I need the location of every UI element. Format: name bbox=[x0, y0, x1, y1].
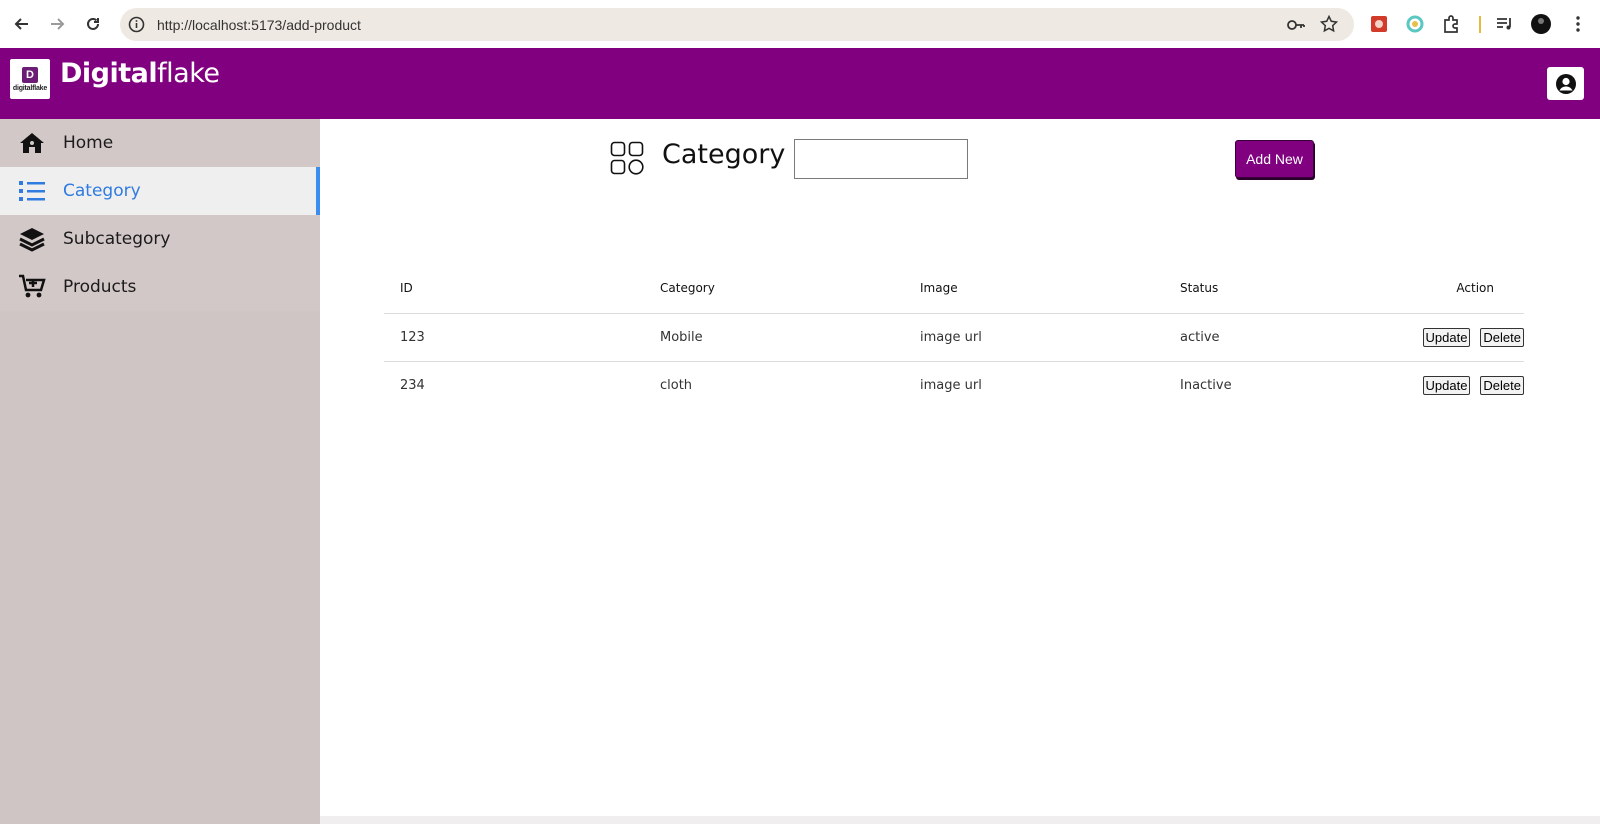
bottom-strip bbox=[320, 816, 1600, 824]
logo[interactable]: D digitalflake bbox=[10, 59, 50, 99]
logo-mark: D bbox=[22, 66, 38, 83]
sidebar-item-subcategory[interactable]: Subcategory bbox=[0, 215, 320, 263]
cell-actions: Update Delete bbox=[1364, 313, 1524, 362]
sidebar-item-products[interactable]: Products bbox=[0, 263, 320, 311]
search-input[interactable] bbox=[794, 139, 968, 179]
sidebar-item-label: Products bbox=[63, 277, 137, 297]
profile-avatar[interactable] bbox=[1530, 13, 1552, 35]
cell-status: active bbox=[1164, 313, 1364, 362]
cell-category: cloth bbox=[660, 377, 693, 393]
delete-button[interactable]: Delete bbox=[1480, 327, 1524, 347]
extensions-puzzle-icon[interactable] bbox=[1440, 13, 1462, 35]
browser-toolbar: http://localhost:5173/add-product bbox=[0, 0, 1600, 48]
browser-menu-icon[interactable] bbox=[1567, 13, 1589, 35]
user-account-button[interactable] bbox=[1547, 67, 1584, 100]
add-new-button[interactable]: Add New bbox=[1235, 140, 1314, 178]
info-icon[interactable] bbox=[128, 16, 145, 33]
cell-category: Mobile bbox=[644, 313, 904, 362]
toolbar-divider bbox=[1479, 16, 1481, 33]
cell-actions: Update Delete bbox=[1364, 361, 1524, 409]
media-queue-icon[interactable] bbox=[1494, 13, 1516, 35]
main-content: Category Add New ID Category Image Statu… bbox=[320, 119, 1600, 819]
column-header-id: ID bbox=[384, 263, 644, 314]
cell-image: image url bbox=[920, 377, 982, 393]
cell-id: 234 bbox=[400, 377, 425, 393]
delete-button[interactable]: Delete bbox=[1480, 375, 1524, 395]
home-icon bbox=[18, 131, 46, 155]
column-header-action: Action bbox=[1364, 263, 1524, 314]
cell-image: image url bbox=[904, 313, 1164, 362]
cell-id: 123 bbox=[384, 313, 644, 362]
logo-small-text: digitalflake bbox=[12, 84, 48, 92]
layers-icon bbox=[18, 227, 46, 252]
sidebar-item-category[interactable]: Category bbox=[0, 167, 320, 215]
table-header-row: ID Category Image Status Action bbox=[384, 263, 1524, 314]
forward-button[interactable] bbox=[40, 7, 74, 41]
category-grid-icon bbox=[610, 141, 644, 175]
sidebar-item-label: Category bbox=[63, 181, 141, 201]
cell-status: Inactive bbox=[1180, 377, 1232, 393]
reload-button[interactable] bbox=[76, 7, 110, 41]
cart-plus-icon bbox=[18, 274, 46, 299]
key-icon[interactable] bbox=[1286, 16, 1306, 34]
user-circle-icon bbox=[1555, 73, 1576, 94]
brand-bold: Digital bbox=[60, 58, 158, 89]
url-text[interactable]: http://localhost:5173/add-product bbox=[157, 17, 361, 33]
column-header-image: Image bbox=[904, 263, 1164, 314]
reload-icon bbox=[87, 17, 99, 30]
sidebar-menu: Home Category Subcategory Products bbox=[0, 119, 320, 311]
sidebar-item-label: Subcategory bbox=[63, 229, 171, 249]
list-icon bbox=[18, 179, 46, 203]
table-row: 123 Mobile image url active Update Delete bbox=[384, 313, 1524, 362]
page-title: Category bbox=[662, 139, 786, 170]
star-icon[interactable] bbox=[1320, 15, 1338, 33]
sidebar-item-label: Home bbox=[63, 133, 114, 153]
arrow-left-icon bbox=[14, 18, 28, 30]
category-table: ID Category Image Status Action 123 Mobi… bbox=[384, 263, 1524, 409]
arrow-right-icon bbox=[51, 18, 65, 30]
brand-name: Digitalflake bbox=[60, 58, 220, 89]
column-header-category: Category bbox=[644, 263, 904, 314]
update-button[interactable]: Update bbox=[1422, 327, 1471, 347]
update-button[interactable]: Update bbox=[1422, 375, 1471, 395]
brand-light: flake bbox=[157, 58, 220, 89]
address-bar[interactable]: http://localhost:5173/add-product bbox=[120, 8, 1354, 41]
extension-icon-red[interactable] bbox=[1368, 13, 1390, 35]
table-row: 234 cloth image url Inactive Update Delet… bbox=[384, 361, 1524, 409]
sidebar-item-home[interactable]: Home bbox=[0, 119, 320, 167]
sidebar: Home Category Subcategory Products bbox=[0, 119, 320, 824]
column-header-status: Status bbox=[1164, 263, 1364, 314]
extension-icon-circle[interactable] bbox=[1404, 13, 1426, 35]
back-button[interactable] bbox=[5, 7, 39, 41]
app-header: D digitalflake Digitalflake bbox=[0, 48, 1600, 119]
